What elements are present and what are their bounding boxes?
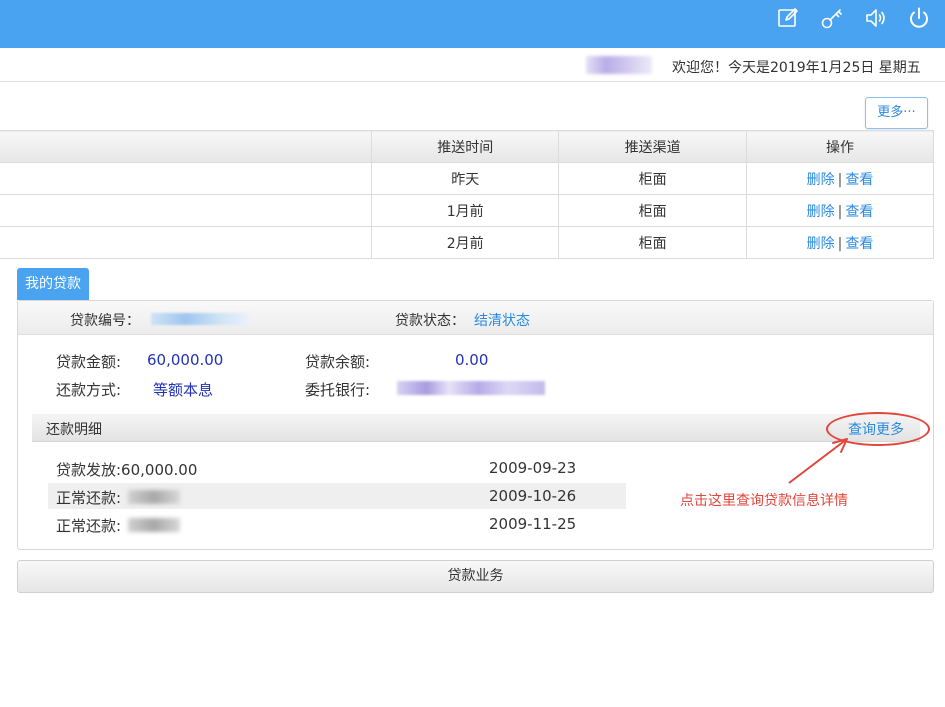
column-header-actions: 操作 — [746, 130, 934, 163]
power-icon[interactable] — [907, 6, 931, 30]
table-cell — [0, 194, 373, 227]
more-button[interactable]: 更多··· — [865, 97, 928, 129]
speaker-icon[interactable] — [864, 6, 888, 30]
record-amount-blurred — [128, 490, 180, 504]
key-icon[interactable] — [820, 6, 844, 30]
push-channel-cell: 柜面 — [558, 194, 748, 227]
loan-panel: 贷款编号： 贷款状态： 结清状态 贷款金额: 60,000.00 贷款余额: 0… — [17, 300, 934, 550]
actions-cell: 删除 | 查看 — [746, 226, 934, 259]
actions-cell: 删除 | 查看 — [746, 194, 934, 227]
record-label: 正常还款: — [56, 517, 122, 535]
table-cell — [0, 226, 373, 259]
separator: | — [837, 171, 843, 188]
push-records-table: 推送时间 推送渠道 操作 昨天 柜面 删除 | 查看 1月前 柜面 删除 | 查看 2月… — [0, 130, 934, 259]
loan-business-button[interactable]: 贷款业务 — [17, 560, 934, 593]
loan-amount-label: 贷款金额: — [56, 353, 122, 371]
view-link[interactable]: 查看 — [845, 204, 873, 220]
loan-number-label: 贷款编号： — [70, 313, 140, 329]
repayment-method-label: 还款方式: — [56, 381, 122, 399]
record-amount-blurred — [128, 518, 180, 532]
entrusted-bank-label: 委托银行: — [305, 381, 371, 399]
table-row: 2月前 柜面 删除 | 查看 — [0, 226, 934, 259]
record-date: 2009-10-26 — [489, 487, 577, 505]
user-avatar-blurred — [586, 56, 652, 74]
tab-my-loan[interactable]: 我的贷款 — [17, 268, 89, 300]
table-row: 昨天 柜面 删除 | 查看 — [0, 162, 934, 195]
repayment-detail-title: 还款明细 — [46, 422, 102, 438]
actions-cell: 删除 | 查看 — [746, 162, 934, 195]
delete-link[interactable]: 删除 — [807, 172, 835, 188]
loan-panel-header: 贷款编号： 贷款状态： 结清状态 — [18, 301, 933, 335]
loan-status-value: 结清状态 — [474, 313, 530, 329]
loan-status-label: 贷款状态： — [395, 313, 465, 329]
column-header-push-channel: 推送渠道 — [558, 130, 748, 163]
delete-link[interactable]: 删除 — [807, 204, 835, 220]
loan-balance-value: 0.00 — [455, 351, 489, 369]
annotation-arrow-icon — [788, 438, 848, 484]
entrusted-bank-blurred — [397, 381, 545, 395]
push-time-cell: 昨天 — [371, 162, 560, 195]
welcome-bar: 欢迎您！今天是2019年1月25日 星期五 — [0, 48, 945, 82]
column-header-push-time: 推送时间 — [371, 130, 560, 163]
table-header-row: 推送时间 推送渠道 操作 — [0, 130, 934, 163]
push-time-cell: 2月前 — [371, 226, 560, 259]
push-channel-cell: 柜面 — [558, 226, 748, 259]
loan-amount-value: 60,000.00 — [147, 351, 224, 369]
edit-icon[interactable] — [776, 6, 800, 30]
loan-number-blurred — [151, 313, 249, 325]
separator: | — [837, 235, 843, 252]
record-date: 2009-09-23 — [489, 459, 577, 477]
repayment-method-value: 等额本息 — [153, 381, 214, 399]
push-time-cell: 1月前 — [371, 194, 560, 227]
view-link[interactable]: 查看 — [845, 172, 873, 188]
delete-link[interactable]: 删除 — [807, 236, 835, 252]
column-header — [0, 130, 373, 163]
welcome-text: 欢迎您！今天是2019年1月25日 星期五 — [672, 60, 921, 76]
loan-balance-label: 贷款余额: — [305, 353, 371, 371]
record-date: 2009-11-25 — [489, 515, 577, 533]
push-channel-cell: 柜面 — [558, 162, 748, 195]
separator: | — [837, 203, 843, 220]
view-link[interactable]: 查看 — [845, 236, 873, 252]
table-cell — [0, 162, 373, 195]
table-row: 1月前 柜面 删除 | 查看 — [0, 194, 934, 227]
record-label: 贷款发放:60,000.00 — [56, 461, 198, 479]
record-label: 正常还款: — [56, 489, 122, 507]
annotation-text: 点击这里查询贷款信息详情 — [680, 493, 848, 509]
top-header-bar — [0, 0, 945, 48]
